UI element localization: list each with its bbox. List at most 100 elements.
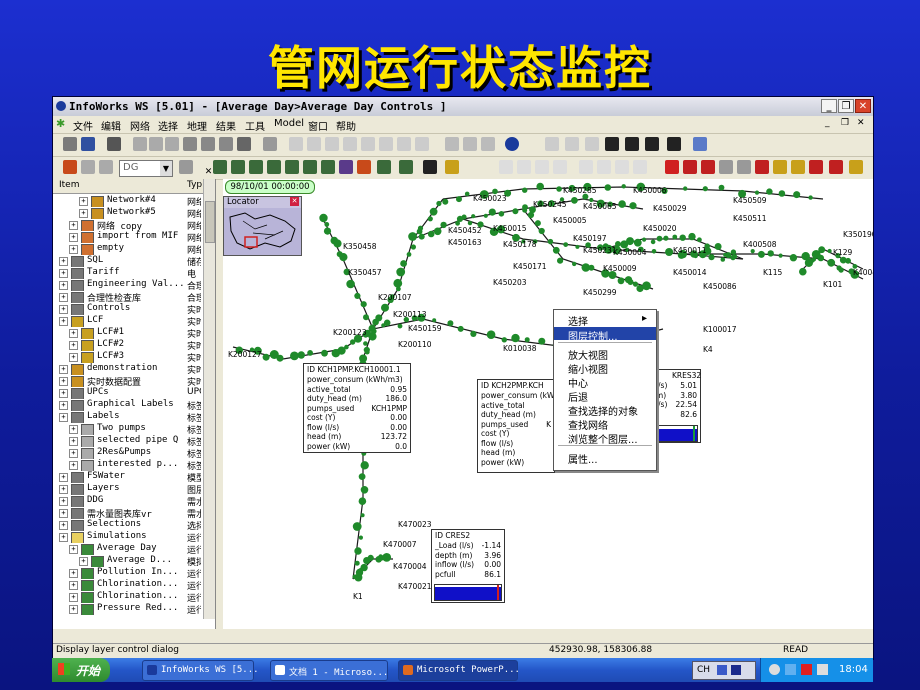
tree-item[interactable]: + Pollution In... 运行 <box>53 567 201 579</box>
tree-item[interactable]: + Graphical Labels 标签 <box>53 399 201 411</box>
ctx-item-find-selected[interactable]: 查找选择的对象 <box>554 402 656 418</box>
network-node[interactable] <box>766 188 773 195</box>
brush-icon[interactable] <box>179 160 193 174</box>
tree-item[interactable]: + Engineering Val...合理 <box>53 279 201 291</box>
network-node[interactable] <box>464 191 470 197</box>
expand-toggle-icon[interactable]: + <box>69 449 78 458</box>
theme9-icon[interactable] <box>357 160 371 174</box>
tree-item[interactable]: + LCF#2 实时 <box>53 339 201 351</box>
expand-toggle-icon[interactable]: + <box>69 341 78 350</box>
network-node[interactable] <box>665 248 674 256</box>
ime-help-icon[interactable] <box>731 665 741 675</box>
tree-item[interactable]: +2Res&Pumps 标签 <box>53 447 201 459</box>
tree-item[interactable]: + Average D... 模拟 <box>53 555 201 567</box>
network-node[interactable] <box>604 184 612 191</box>
tree-item[interactable]: + Chlorination... 运行 <box>53 591 201 603</box>
network-node[interactable] <box>552 246 560 254</box>
close-button[interactable]: ✕ <box>855 99 871 113</box>
network-node[interactable] <box>381 303 389 312</box>
network-node[interactable] <box>718 184 725 191</box>
workgroup-icon[interactable]: ✱ <box>56 118 68 130</box>
network-node[interactable] <box>617 277 625 285</box>
ctx-item-browse-layer[interactable]: 浏览整个图层... <box>554 430 656 446</box>
network-node[interactable] <box>456 215 464 222</box>
open-icon[interactable] <box>63 137 77 151</box>
shape6-icon[interactable] <box>597 160 611 174</box>
network-node[interactable] <box>572 261 577 267</box>
theme6-icon[interactable] <box>303 160 317 174</box>
menu-select[interactable]: 选择 <box>158 118 178 133</box>
tree-item[interactable]: + Network#5 网络 <box>53 207 201 219</box>
network-node[interactable] <box>488 208 496 216</box>
expand-toggle-icon[interactable]: + <box>69 545 78 554</box>
network-node[interactable] <box>511 333 520 343</box>
network-node[interactable] <box>522 187 528 193</box>
task-word[interactable]: 文档 1 - Microso... <box>270 660 388 681</box>
tree-item[interactable]: + empty 网络 <box>53 243 201 255</box>
network-node[interactable] <box>827 248 832 254</box>
network-node[interactable] <box>410 244 416 250</box>
network-node[interactable] <box>363 341 368 346</box>
tree-item[interactable]: + 需水量图表库vr 需水 <box>53 507 201 519</box>
network-node[interactable] <box>331 349 340 358</box>
rewind-icon[interactable] <box>545 137 559 151</box>
network-node[interactable] <box>621 184 626 189</box>
expand-toggle-icon[interactable]: + <box>69 221 78 230</box>
expand-toggle-icon[interactable]: + <box>59 257 68 266</box>
task-infoworks[interactable]: InfoWorks WS [5... <box>142 660 259 681</box>
tool-r6-icon[interactable] <box>773 160 787 174</box>
network-node[interactable] <box>346 279 355 289</box>
shape2-icon[interactable] <box>517 160 531 174</box>
network-node[interactable] <box>632 281 639 287</box>
network-node[interactable] <box>396 267 406 277</box>
network-node[interactable] <box>418 233 425 240</box>
network-node[interactable] <box>522 207 528 213</box>
network-node[interactable] <box>683 186 688 191</box>
expand-toggle-icon[interactable]: + <box>59 485 68 494</box>
tool1-icon[interactable] <box>289 137 303 151</box>
minimize-button[interactable]: _ <box>821 99 837 113</box>
network-node[interactable] <box>383 319 391 327</box>
volume-icon[interactable] <box>817 664 828 675</box>
expand-toggle-icon[interactable]: + <box>69 437 78 446</box>
network-node[interactable] <box>354 292 361 299</box>
tool6-icon[interactable] <box>379 137 393 151</box>
locator-window[interactable]: Locator ✕ <box>223 196 302 256</box>
network-node[interactable] <box>536 182 544 191</box>
maximize-button[interactable]: ❐ <box>838 99 854 113</box>
mdi-minimize-icon[interactable]: _ <box>825 118 830 128</box>
network-node[interactable] <box>339 253 348 262</box>
shape5-icon[interactable] <box>579 160 593 174</box>
column-type[interactable]: Typ <box>187 180 202 190</box>
expand-toggle-icon[interactable]: + <box>79 557 88 566</box>
network-node[interactable] <box>730 249 737 255</box>
theme4-icon[interactable] <box>267 160 281 174</box>
menu-edit[interactable]: 编辑 <box>101 118 121 133</box>
tray-icon-2[interactable] <box>785 664 796 675</box>
tree-item[interactable]: + LCF 实时 <box>53 315 201 327</box>
help-query-icon[interactable] <box>849 160 863 174</box>
print-icon[interactable] <box>107 137 121 151</box>
locator-overview-map[interactable] <box>225 209 300 253</box>
polygon-select-icon[interactable] <box>165 137 179 151</box>
network-node[interactable] <box>360 563 368 572</box>
network-node[interactable] <box>818 246 826 254</box>
network-node[interactable] <box>354 560 360 566</box>
ctx-item-select[interactable]: 选择 ▸ <box>554 312 656 328</box>
pause-icon[interactable] <box>585 137 599 151</box>
network-node[interactable] <box>382 553 392 562</box>
menu-model[interactable]: Model <box>274 118 304 129</box>
tool-r1-icon[interactable] <box>683 160 697 174</box>
network-node[interactable] <box>363 314 369 321</box>
expand-toggle-icon[interactable]: + <box>59 317 68 326</box>
copy-icon[interactable] <box>81 160 95 174</box>
network-node[interactable] <box>725 252 732 259</box>
network-node[interactable] <box>827 258 836 267</box>
tool-r3-icon[interactable] <box>719 160 733 174</box>
network-node[interactable] <box>358 497 367 506</box>
network-node[interactable] <box>470 330 477 337</box>
network-node[interactable] <box>354 547 362 555</box>
network-node[interactable] <box>588 264 595 271</box>
tree-item[interactable]: + 网络 copy 网络 <box>53 219 201 231</box>
tray-icon-1[interactable] <box>769 664 780 675</box>
